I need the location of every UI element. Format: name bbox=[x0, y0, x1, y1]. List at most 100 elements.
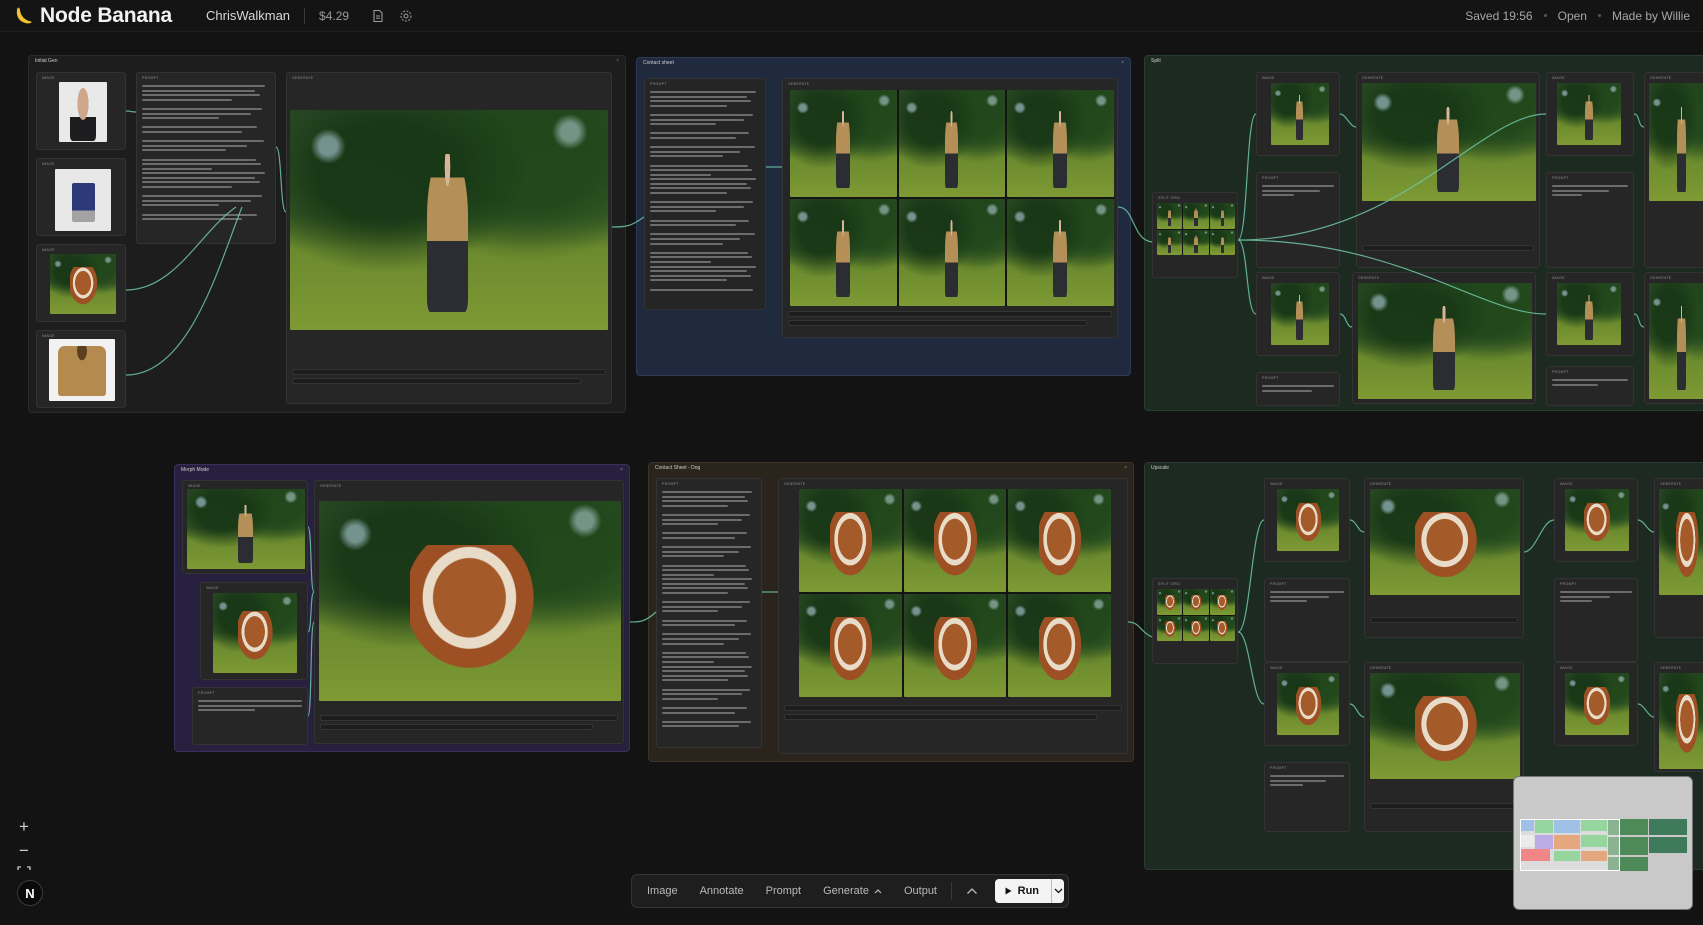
model-select[interactable] bbox=[1370, 617, 1518, 623]
generate-node[interactable]: GENERATE bbox=[286, 72, 612, 404]
resolution-select[interactable] bbox=[292, 378, 581, 384]
node-label: PROMPT bbox=[142, 76, 159, 80]
add-prompt-button[interactable]: Prompt bbox=[755, 878, 812, 904]
minimap-viewport[interactable] bbox=[1520, 819, 1620, 871]
prompt-text-line bbox=[142, 163, 262, 166]
generate-node[interactable]: GENERATE bbox=[778, 478, 1128, 754]
prompt-node[interactable]: PROMPT bbox=[1264, 762, 1350, 832]
model-select[interactable] bbox=[320, 715, 618, 721]
generate-node[interactable]: GENERATE bbox=[1364, 478, 1524, 638]
generate-node[interactable]: GENERATE bbox=[1644, 72, 1703, 268]
image-node[interactable]: IMAGE bbox=[1264, 662, 1350, 746]
resolution-select[interactable] bbox=[788, 320, 1087, 326]
prompt-text-line bbox=[142, 158, 256, 161]
image-node[interactable]: IMAGE bbox=[1554, 478, 1638, 562]
settings-icon[interactable] bbox=[399, 9, 413, 23]
prompt-text-line bbox=[662, 716, 709, 718]
project-name[interactable]: ChrisWalkman bbox=[206, 8, 290, 23]
generate-node[interactable]: GENERATE bbox=[314, 480, 624, 744]
prompt-node[interactable]: PROMPT bbox=[1546, 366, 1634, 406]
prompt-text-line bbox=[142, 195, 263, 198]
collapse-toolbar-button[interactable] bbox=[955, 878, 989, 904]
image-node[interactable]: IMAGE bbox=[36, 330, 126, 408]
image-node[interactable]: IMAGE bbox=[200, 582, 308, 680]
separator-dot bbox=[1543, 14, 1547, 17]
banana-icon bbox=[16, 6, 32, 23]
image-node[interactable]: IMAGE bbox=[1256, 272, 1340, 356]
file-icon[interactable] bbox=[371, 9, 385, 23]
prompt-node[interactable]: PROMPT bbox=[1554, 578, 1638, 662]
prompt-node[interactable]: PROMPT bbox=[1256, 172, 1340, 268]
prompt-node[interactable]: PROMPT bbox=[656, 478, 762, 748]
open-button[interactable]: Open bbox=[1558, 9, 1587, 23]
generate-node[interactable]: GENERATE bbox=[1364, 662, 1524, 832]
cost-display: $4.29 bbox=[319, 8, 350, 23]
model-select[interactable] bbox=[292, 369, 606, 375]
prompt-text-line bbox=[662, 509, 709, 511]
prompt-node[interactable]: PROMPT bbox=[1264, 578, 1350, 662]
made-by-link[interactable]: Made by Willie bbox=[1612, 9, 1690, 23]
split-grid-node[interactable]: SPLIT GRID bbox=[1152, 578, 1238, 664]
prompt-text-line bbox=[142, 172, 265, 175]
image-node[interactable]: IMAGE bbox=[1256, 72, 1340, 156]
add-annotate-button[interactable]: Annotate bbox=[689, 878, 755, 904]
prompt-text-line bbox=[650, 123, 716, 126]
prompt-text[interactable] bbox=[662, 491, 756, 741]
image-node[interactable]: IMAGE bbox=[36, 244, 126, 322]
group-title: Morph Mode bbox=[181, 467, 210, 473]
generate-node[interactable]: GENERATE bbox=[1644, 272, 1703, 404]
prompt-text-line bbox=[650, 95, 747, 98]
morph-input-image bbox=[187, 489, 305, 569]
prompt-node[interactable]: PROMPT bbox=[136, 72, 276, 244]
prompt-node[interactable]: PROMPT bbox=[192, 687, 308, 745]
resolution-select[interactable] bbox=[784, 714, 1097, 720]
split-grid-node[interactable]: SPLIT GRID bbox=[1152, 192, 1238, 278]
generated-image bbox=[319, 501, 621, 701]
resolution-select[interactable] bbox=[320, 724, 593, 730]
prompt-text-line bbox=[662, 679, 728, 682]
prompt-text-line bbox=[650, 205, 744, 208]
prompt-text-line bbox=[662, 610, 719, 613]
prompt-text[interactable] bbox=[650, 91, 760, 303]
prompt-text-line bbox=[650, 136, 736, 139]
app-root: Node Banana ChrisWalkman $4.29 Saved 19:… bbox=[0, 0, 1703, 925]
zoom-in-button[interactable]: + bbox=[12, 815, 36, 839]
add-output-button[interactable]: Output bbox=[893, 878, 948, 904]
prompt-node[interactable]: PROMPT bbox=[644, 78, 766, 310]
prompt-text-line bbox=[662, 560, 709, 562]
node-label: PROMPT bbox=[1270, 582, 1287, 586]
add-generate-button[interactable]: Generate bbox=[812, 878, 893, 904]
prompt-text[interactable] bbox=[142, 85, 270, 237]
prompt-text-line bbox=[662, 582, 745, 585]
model-select[interactable] bbox=[784, 705, 1122, 711]
app-badge[interactable]: N bbox=[17, 880, 43, 906]
image-node[interactable]: IMAGE bbox=[182, 480, 308, 574]
image-node[interactable]: IMAGE bbox=[36, 72, 126, 150]
minimap[interactable] bbox=[1513, 776, 1693, 910]
image-node[interactable]: IMAGE bbox=[1554, 662, 1638, 746]
prompt-text-line bbox=[650, 224, 736, 227]
generate-node[interactable]: GENERATE bbox=[1654, 662, 1703, 772]
image-node[interactable]: IMAGE bbox=[1264, 478, 1350, 562]
image-node[interactable]: IMAGE bbox=[36, 158, 126, 236]
generate-node[interactable]: GENERATE bbox=[1356, 72, 1540, 268]
prompt-node[interactable]: PROMPT bbox=[1546, 172, 1634, 268]
prompt-node[interactable]: PROMPT bbox=[1256, 372, 1340, 406]
model-select[interactable] bbox=[788, 311, 1112, 317]
prompt-text-line bbox=[650, 155, 723, 158]
input-image-dog bbox=[50, 254, 116, 314]
image-node[interactable]: IMAGE bbox=[1546, 72, 1634, 156]
generate-node[interactable]: GENERATE bbox=[1654, 478, 1703, 638]
run-options-button[interactable] bbox=[1051, 879, 1064, 903]
model-select[interactable] bbox=[1370, 803, 1518, 809]
node-label: IMAGE bbox=[42, 76, 55, 80]
zoom-out-button[interactable]: − bbox=[12, 839, 36, 863]
upscaled-image bbox=[1649, 83, 1703, 201]
add-image-button[interactable]: Image bbox=[636, 878, 689, 904]
image-node[interactable]: IMAGE bbox=[1546, 272, 1634, 356]
generate-node[interactable]: GENERATE bbox=[782, 78, 1118, 338]
run-button[interactable]: Run bbox=[994, 879, 1052, 903]
node-canvas[interactable]: Initial Gen × IMAGE IMAGE IMAGE IMAGE PRO… bbox=[0, 32, 1703, 925]
generate-node[interactable]: GENERATE bbox=[1352, 272, 1536, 404]
model-select[interactable] bbox=[1362, 245, 1534, 251]
